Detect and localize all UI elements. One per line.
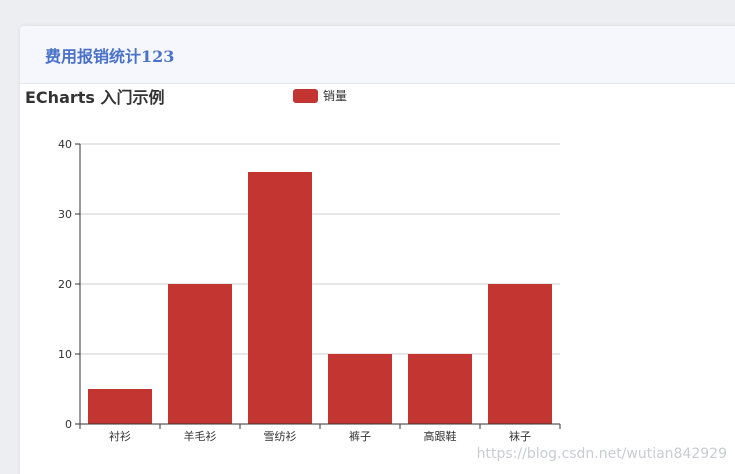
bar-chart: ECharts 入门示例 销量 0 10 20 30 40 衬衫 羊毛衫 雪纺衫 裤子 高跟鞋 袜… <box>25 88 561 443</box>
bar[interactable] <box>88 389 152 424</box>
bar[interactable] <box>168 284 232 424</box>
x-tick-label: 羊毛衫 <box>184 429 217 443</box>
x-tick-label: 雪纺衫 <box>264 429 297 443</box>
bar[interactable] <box>328 354 392 424</box>
y-axis: 0 10 20 30 40 <box>58 138 81 431</box>
watermark: https://blog.csdn.net/wutian842929 <box>476 446 727 462</box>
x-tick-label: 裤子 <box>349 429 371 443</box>
y-tick-label: 0 <box>65 418 72 431</box>
y-tick-label: 40 <box>58 138 72 151</box>
bars <box>88 172 552 424</box>
chart-legend[interactable]: 销量 <box>293 89 347 103</box>
bar[interactable] <box>488 284 552 424</box>
x-tick-label: 袜子 <box>509 429 531 443</box>
x-tick-label: 衬衫 <box>109 430 131 443</box>
x-tick-label: 高跟鞋 <box>424 429 457 443</box>
y-tick-label: 20 <box>58 278 72 291</box>
x-axis: 衬衫 羊毛衫 雪纺衫 裤子 高跟鞋 袜子 <box>79 423 561 443</box>
legend-swatch[interactable] <box>293 89 318 103</box>
chart-title: ECharts 入门示例 <box>25 88 165 107</box>
bar[interactable] <box>408 354 472 424</box>
y-tick-label: 30 <box>58 208 72 221</box>
bar[interactable] <box>248 172 312 424</box>
page: 费用报销统计123 ECharts 入门示例 销量 0 10 20 30 40 衬衫 羊毛… <box>0 0 735 474</box>
legend-label[interactable]: 销量 <box>323 89 347 103</box>
y-tick-label: 10 <box>58 348 72 361</box>
